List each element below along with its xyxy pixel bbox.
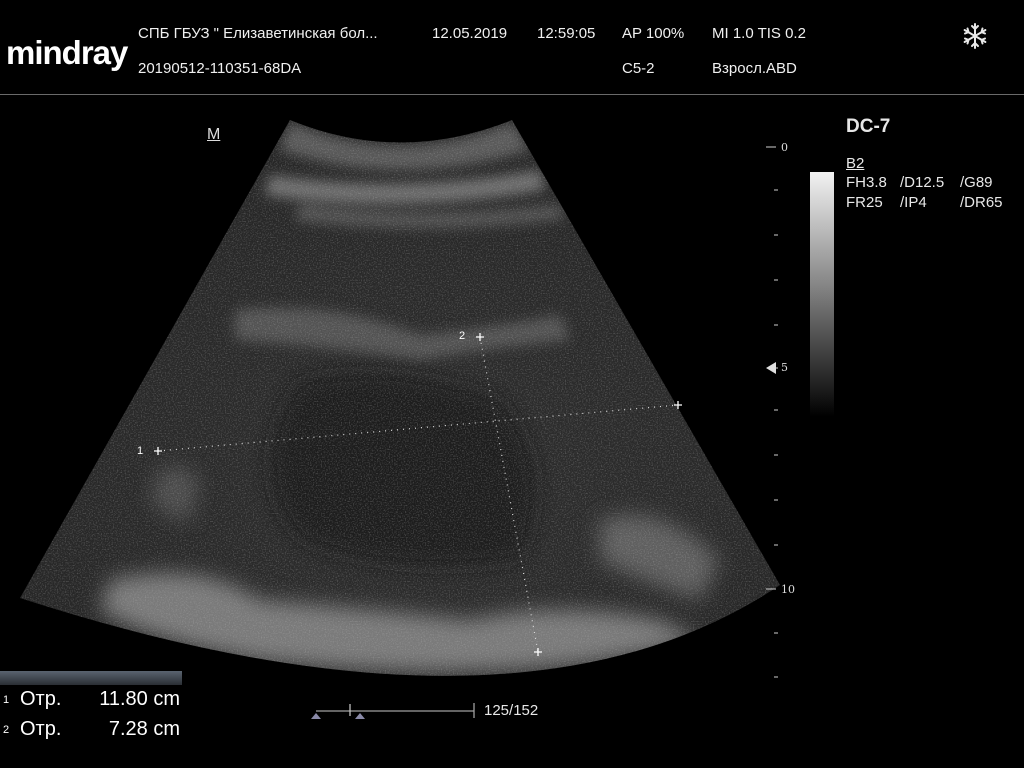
measurement-panel-header [0, 671, 182, 685]
depth-label-10: 10 [781, 583, 795, 596]
mi-tis-index: MI 1.0 TIS 0.2 [712, 25, 806, 42]
caliper-label-1: 1 [137, 445, 144, 457]
measurement-type: Отр. [20, 718, 62, 740]
focus-marker-icon[interactable] [766, 362, 776, 374]
acoustic-power: AP 100% [622, 25, 685, 42]
exam-id: 20190512-110351-68DA [138, 60, 302, 77]
param-frequency: FH3.8 [846, 174, 887, 191]
measurement-value: 7.28 cm [108, 718, 180, 740]
param-gain: /G89 [960, 174, 993, 191]
cine-scrollbar[interactable] [311, 703, 475, 719]
probe-name: C5-2 [622, 60, 655, 77]
depth-label-5: 5 [781, 361, 788, 374]
snowflake-icon[interactable] [961, 22, 989, 50]
measurement-value: 11.80 cm [99, 688, 180, 710]
param-dynamic-range: /DR65 [960, 194, 1003, 211]
cine-frame-counter: 125/152 [484, 702, 539, 719]
param-frame-rate: FR25 [846, 194, 883, 211]
depth-scale [766, 146, 778, 678]
measurement-index: 2 [3, 724, 10, 736]
params-row-1: FH3.8/D12.5/G89 [846, 174, 993, 191]
exam-date: 12.05.2019 [432, 25, 508, 42]
gray-scale-bar [810, 172, 834, 417]
imaging-mode: B2 [846, 155, 865, 172]
orientation-mark: M [207, 126, 221, 143]
institution-name: СПБ ГБУЗ " Елизаветинская бол... [138, 25, 378, 42]
measurement-index: 1 [3, 694, 10, 706]
preset-label: DC-7 [846, 116, 891, 137]
params-row-2: FR25/IP4/DR65 [846, 194, 1003, 211]
measurement-type: Отр. [20, 688, 62, 710]
measurement-result-1[interactable]: 1 Отр. 11.80 cm [0, 685, 182, 715]
mindray-logo: mindray [6, 34, 128, 71]
exam-preset: Взросл.ABD [712, 60, 797, 77]
caliper-label-2: 2 [459, 330, 466, 342]
param-depth: /D12.5 [900, 174, 945, 191]
depth-label-0: 0 [781, 141, 788, 154]
param-ip: /IP4 [900, 194, 927, 211]
measurement-result-2[interactable]: 2 Отр. 7.28 cm [0, 715, 182, 745]
exam-time: 12:59:05 [537, 25, 596, 42]
